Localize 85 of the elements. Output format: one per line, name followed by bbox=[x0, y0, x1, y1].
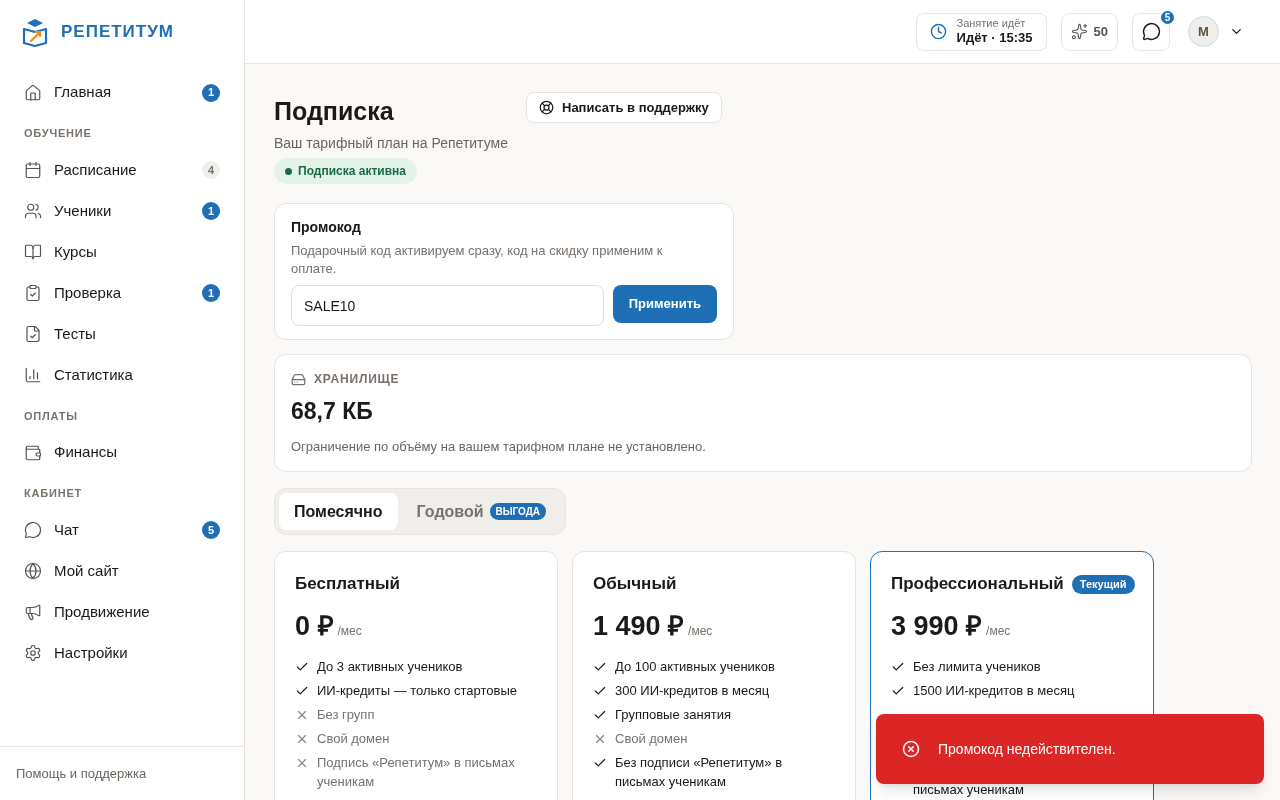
clock-icon bbox=[929, 23, 947, 40]
apply-button[interactable]: Применить bbox=[612, 285, 717, 323]
discount-badge: ВЫГОДА bbox=[489, 503, 547, 520]
settings-icon bbox=[24, 644, 42, 662]
billing-tab[interactable]: Годовой ВЫГОДА bbox=[401, 493, 562, 530]
credits-button[interactable]: 50 bbox=[1060, 12, 1118, 51]
storage-label: ХРАНИЛИЩЕ bbox=[314, 371, 400, 388]
avatar[interactable]: М bbox=[1188, 16, 1219, 47]
plan-price: 1 490 ₽ bbox=[593, 610, 685, 643]
feature-text: Подпись «Репетитум» в письмах ученикам bbox=[317, 753, 516, 791]
feature-text: письмах ученикам bbox=[913, 781, 1024, 797]
support-button[interactable]: Написать в поддержку bbox=[526, 92, 722, 123]
megaphone-icon bbox=[24, 603, 42, 621]
count-badge: 4 bbox=[202, 161, 220, 179]
nav-item[interactable]: Настройки bbox=[12, 632, 232, 674]
nav-item[interactable]: Расписание 4 bbox=[12, 149, 232, 191]
status-badge: Подписка активна bbox=[274, 158, 417, 184]
count-badge: 1 bbox=[202, 83, 220, 102]
nav-item[interactable]: Финансы bbox=[12, 432, 232, 473]
nav-item[interactable]: Проверка 1 bbox=[12, 272, 232, 314]
plan-price: 0 ₽ bbox=[295, 610, 334, 643]
lifebuoy-icon bbox=[539, 100, 554, 115]
home-icon bbox=[24, 83, 42, 102]
page-subtitle: Ваш тарифный план на Репетитуме bbox=[274, 134, 509, 153]
promo-input[interactable]: SALE10 bbox=[291, 285, 604, 326]
feature-text: Без лимита учеников bbox=[913, 657, 1041, 676]
price-period: /мес bbox=[688, 623, 713, 640]
feature-text: Без групп bbox=[317, 705, 375, 724]
storage-amount: 68,7 КБ bbox=[291, 397, 374, 426]
nav-item[interactable]: Ученики 1 bbox=[12, 190, 232, 232]
nav-item[interactable]: Главная 1 bbox=[12, 72, 232, 113]
storage-note: Ограничение по объёму на вашем тарифном плане не установлено. bbox=[291, 437, 707, 456]
plan-name: Профессиональный bbox=[891, 573, 1064, 596]
logo-icon bbox=[21, 17, 49, 47]
nav-item[interactable]: Курсы bbox=[12, 231, 232, 273]
file-check-icon bbox=[24, 325, 42, 343]
help-link[interactable]: Помощь и поддержка bbox=[16, 763, 147, 784]
brand-name: РЕПЕТИТУМ bbox=[61, 21, 174, 44]
wallet-icon bbox=[24, 443, 42, 462]
error-icon bbox=[902, 740, 920, 758]
sparkles-icon bbox=[1070, 23, 1088, 40]
nav-item[interactable]: Тесты bbox=[12, 313, 232, 355]
globe-icon bbox=[24, 562, 42, 580]
lesson-caption: Занятие идёт bbox=[956, 16, 1027, 31]
feature-text: Групповые занятия bbox=[615, 705, 731, 724]
feature-text: Без подписи «Репетитум» в письмах ученикам bbox=[615, 753, 784, 791]
plan-name: Бесплатный bbox=[295, 573, 400, 596]
plan-name: Обычный bbox=[593, 573, 677, 596]
clipboard-check-icon bbox=[24, 284, 42, 302]
calendar-icon bbox=[24, 161, 42, 179]
section-heading: ОБУЧЕНИЕ bbox=[23, 126, 93, 141]
chat-bubble-icon bbox=[24, 521, 42, 539]
feature-text: До 100 активных учеников bbox=[615, 657, 775, 676]
toast-message: Промокод недействителен. bbox=[938, 739, 1116, 759]
promo-description: Подарочный код активируем сразу, код на скидку применим к оплате. bbox=[291, 242, 664, 278]
page-title: Подписка bbox=[274, 96, 395, 127]
feature-text: 1500 ИИ-кредитов в месяц bbox=[913, 681, 1075, 700]
count-badge: 1 bbox=[202, 202, 220, 220]
notification-badge: 5 bbox=[1159, 8, 1176, 26]
nav-item[interactable]: Продвижение bbox=[12, 591, 232, 633]
plan-price: 3 990 ₽ bbox=[891, 610, 983, 643]
feature-text: Свой домен bbox=[317, 729, 390, 748]
section-heading: КАБИНЕТ bbox=[23, 486, 84, 501]
nav-item[interactable]: Чат 5 bbox=[12, 509, 232, 551]
lesson-time: Идёт · 15:35 bbox=[956, 30, 1033, 47]
chat-bubble-icon bbox=[1141, 22, 1161, 41]
nav-item[interactable]: Мой сайт bbox=[12, 550, 232, 592]
count-badge: 1 bbox=[202, 284, 220, 302]
section-heading: ОПЛАТЫ bbox=[23, 408, 79, 424]
bar-chart-icon bbox=[24, 366, 42, 384]
feature-text: 300 ИИ-кредитов в месяц bbox=[615, 681, 770, 700]
hard-drive-icon bbox=[291, 371, 306, 387]
feature-text: Свой домен bbox=[615, 729, 688, 748]
book-icon bbox=[24, 243, 42, 261]
price-period: /мес bbox=[337, 623, 362, 640]
billing-tab[interactable]: Помесячно bbox=[279, 493, 398, 530]
count-badge: 5 bbox=[202, 521, 220, 539]
nav-item[interactable]: Статистика bbox=[12, 354, 232, 396]
promo-title: Промокод bbox=[291, 218, 362, 237]
feature-text: До 3 активных учеников bbox=[317, 657, 463, 676]
price-period: /мес bbox=[986, 623, 1011, 640]
feature-text: ИИ-кредиты — только стартовые bbox=[317, 681, 518, 700]
current-plan-badge: Текущий bbox=[1071, 574, 1135, 594]
lesson-status[interactable]: Занятие идёт Идёт · 15:35 bbox=[915, 12, 1047, 51]
users-icon bbox=[24, 202, 42, 220]
